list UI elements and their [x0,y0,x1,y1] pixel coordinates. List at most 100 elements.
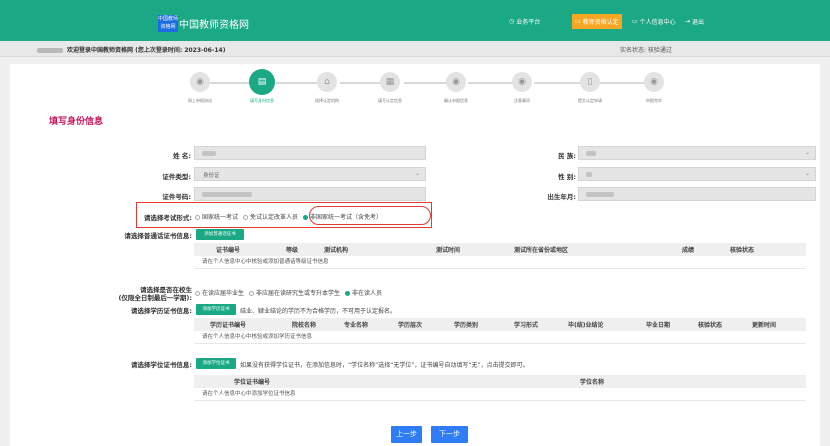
step-label: 确认申报信息 [444,98,468,103]
nav-personal-center[interactable]: ▭ 个人信息中心 [632,17,676,26]
radio-icon [243,215,249,220]
option-label: 非应届在读研究生或专升本学生 [256,290,341,297]
birth-label: 出生年月: [547,193,576,201]
id-type-select[interactable]: 身份证 ⌄ [194,167,426,181]
step-cert-info: ▦ 填写认定信息 [360,72,420,104]
column-header: 测试机构 [324,247,349,254]
exam-form-label: 请选择考试形式: [143,214,192,222]
add-degree-button[interactable]: 添加学位证书 [196,358,236,369]
add-education-button[interactable]: 添加学历证书 [196,304,236,315]
table-header: 学位证书编号 学位名称 [194,375,806,388]
exam-option-national[interactable]: 国家统一考试 [195,212,238,221]
step-label: 提交认定申请 [578,98,602,103]
prev-step-button[interactable]: 上一步 [391,426,422,443]
column-header: 院校名称 [292,322,317,329]
nav-label: 教师资格认定 [582,19,619,26]
top-bar: 中国教师资格网 中国教师资格网 ◷ 业务平台 ▭ 教师资格认定 ▭ 个人信息中心… [0,0,830,41]
column-header: 毕业日期 [646,322,671,329]
masked-username [37,48,63,53]
site-name: 中国教师资格网 [179,20,249,31]
chevron-down-icon: ⌄ [804,170,810,177]
eye-icon: ◉ [446,72,466,92]
column-header: 学历层次 [398,322,423,329]
name-field[interactable] [194,146,426,160]
eye-icon: ◉ [644,72,664,92]
step-label: 填写认定信息 [378,98,402,103]
step-label: 选择认定机构 [315,98,339,103]
ethnic-select[interactable]: ⌄ [578,146,816,160]
degree-table: 学位证书编号 学位名称 请在个人信息中心中添加学位证书信息 [194,375,806,401]
id-number-field[interactable] [194,187,426,201]
radio-selected-icon [303,215,309,220]
table-header: 证书编号 等级 测试机构 测试时间 测试所在省份或地区 成绩 核验状态 [194,243,806,256]
add-mandarin-button[interactable]: 添加普通话证书 [196,229,244,240]
radio-icon [195,291,200,296]
nav-label: 业务平台 [516,19,541,26]
column-header: 成绩 [682,247,695,254]
table-header: 学历证书编号 院校名称 专业名称 学历层次 学历类别 学习形式 毕(结)业结论 … [194,318,806,331]
column-header: 学位名称 [580,379,605,386]
education-label: 请选择学历证书信息: [130,307,192,315]
exit-icon: ⇥ [685,18,691,25]
gender-label: 性 别: [558,173,576,181]
chevron-down-icon: ⌄ [804,149,810,156]
welcome-text: 欢迎登录中国教师资格网 (您上次登录时间: 2023-06-14) [67,47,226,54]
site-logo[interactable]: 中国教师资格网 [158,15,178,32]
school-status-options: 在读应届毕业生 非应届在读研究生或专升本学生 非在读人员 [195,288,382,297]
exam-option-exempt-reform[interactable]: 免试认定改革人员 [243,212,298,221]
column-header: 毕(结)业结论 [568,322,604,329]
gender-select[interactable]: ⌄ [578,167,816,181]
clock-icon: ◷ [509,18,515,25]
radio-selected-icon [345,291,351,296]
file-icon: ▯ [580,72,600,92]
option-label: 在读应届毕业生 [202,290,245,297]
mandarin-label: 请选择普通话证书信息: [124,232,192,240]
column-header: 更新时间 [752,322,777,329]
step-label: 网上申报协议 [188,98,212,103]
column-header: 等级 [286,247,299,254]
radio-icon [249,291,255,296]
column-header: 专业名称 [344,322,369,329]
ethnic-label: 民 族: [558,152,576,160]
step-identity: ▤ 填写身份信息 [232,69,292,104]
monitor-icon: ▭ [632,18,638,25]
birth-field[interactable] [578,187,816,201]
option-label: 免试认定改革人员 [250,214,299,221]
table-row: 请在个人信息中心中核验或添加学历证书信息 [194,331,806,344]
table-row: 请在个人信息中心中添加学位证书信息 [194,388,806,401]
next-step-button[interactable]: 下一步 [431,426,468,443]
step-done: ◉ 申报完毕 [624,72,684,104]
id-number-label: 证件号码: [162,193,191,201]
step-agreement: ◉ 网上申报协议 [170,72,230,104]
nav-teacher-cert[interactable]: ▭ 教师资格认定 [572,14,622,29]
document-icon: ▤ [249,69,275,95]
school-option-grad-student[interactable]: 非应届在读研究生或专升本学生 [249,288,340,297]
eye-icon: ◉ [512,72,532,92]
column-header: 核验状态 [698,322,723,329]
section-title: 填写身份信息 [49,117,104,127]
column-header: 学历类别 [454,322,479,329]
nav-logout[interactable]: ⇥ 退出 [685,17,704,26]
school-option-not-enrolled[interactable]: 非在读人员 [345,288,382,297]
column-header: 学习形式 [514,322,539,329]
column-header: 核验状态 [730,247,755,254]
monitor-icon: ▭ [575,18,581,25]
school-option-graduating[interactable]: 在读应届毕业生 [195,288,244,297]
column-header: 测试时间 [436,247,461,254]
eye-icon: ◉ [190,72,210,92]
verification-status: 实名状态: 核验通过 [620,47,672,54]
nav-label: 个人信息中心 [639,19,676,26]
name-label: 姓 名: [173,152,191,160]
column-header: 测试所在省份或地区 [514,247,569,254]
step-institution: ⌂ 选择认定机构 [297,72,357,104]
logo-text: 中国教师资格网 [158,16,178,30]
building-icon: ⌂ [317,72,337,92]
chevron-down-icon: ⌄ [414,170,420,177]
selected-option-highlight [309,206,431,225]
list-icon: ▦ [380,72,400,92]
nav-business-platform[interactable]: ◷ 业务平台 [509,17,540,26]
education-note: 结业、肄业结论的学历不为合格学历，不可用于认定报名。 [240,308,397,315]
table-row: 请在个人信息中心中核验或添加普通话等级证书信息 [194,256,806,269]
mandarin-table: 证书编号 等级 测试机构 测试时间 测试所在省份或地区 成绩 核验状态 请在个人… [194,243,806,269]
degree-label: 请选择学位证书信息: [130,361,192,369]
